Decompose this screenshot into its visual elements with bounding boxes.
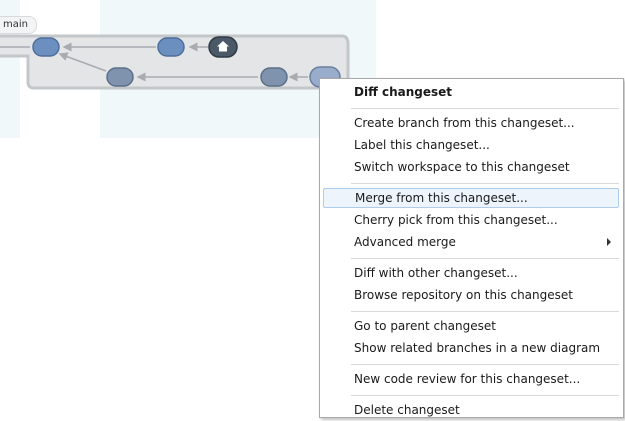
menu-item-browse-repository-on-this-changeset[interactable]: Browse repository on this changeset xyxy=(323,285,619,305)
changeset-node[interactable] xyxy=(106,67,134,87)
menu-separator xyxy=(351,108,619,109)
menu-separator xyxy=(351,395,619,396)
menu-item-create-branch-from-this-changeset[interactable]: Create branch from this changeset... xyxy=(323,113,619,133)
menu-separator xyxy=(351,364,619,365)
chevron-right-icon xyxy=(607,238,611,246)
menu-item-cherry-pick-from-this-changeset[interactable]: Cherry pick from this changeset... xyxy=(323,210,619,230)
menu-item-switch-workspace-to-this-changeset[interactable]: Switch workspace to this changeset xyxy=(323,157,619,177)
menu-item-label-this-changeset[interactable]: Label this changeset... xyxy=(323,135,619,155)
menu-item-new-code-review-for-this-changeset[interactable]: New code review for this changeset... xyxy=(323,369,619,389)
menu-item-merge-from-this-changeset[interactable]: Merge from this changeset... xyxy=(323,188,619,208)
menu-item-show-related-branches-in-a-new-diagram[interactable]: Show related branches in a new diagram xyxy=(323,338,619,358)
menu-item-advanced-merge[interactable]: Advanced merge xyxy=(323,232,619,252)
branch-label-main[interactable]: main xyxy=(0,16,37,34)
menu-item-diff-changeset[interactable]: Diff changeset xyxy=(323,82,619,102)
context-menu: Diff changeset Create branch from this ch… xyxy=(319,78,624,418)
menu-item-delete-changeset[interactable]: Delete changeset xyxy=(323,400,619,420)
menu-separator xyxy=(351,183,619,184)
menu-item-diff-with-other-changeset[interactable]: Diff with other changeset... xyxy=(323,263,619,283)
changeset-node[interactable] xyxy=(32,37,60,57)
menu-separator xyxy=(351,258,619,259)
menu-item-go-to-parent-changeset[interactable]: Go to parent changeset xyxy=(323,316,619,336)
menu-separator xyxy=(351,311,619,312)
changeset-node[interactable] xyxy=(157,37,185,57)
changeset-node[interactable] xyxy=(260,67,288,87)
